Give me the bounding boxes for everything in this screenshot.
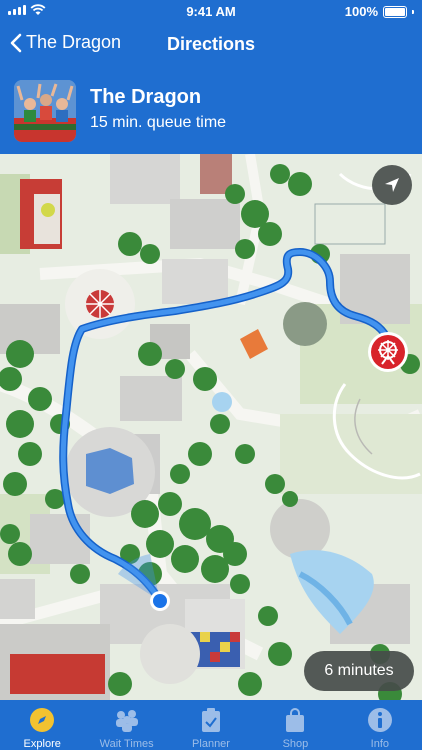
tab-wait-times[interactable]: Wait Times <box>84 700 168 750</box>
ride-header: The Dragon 15 min. queue time <box>0 66 422 154</box>
tab-explore-label: Explore <box>23 738 61 750</box>
back-button[interactable]: The Dragon <box>10 32 121 53</box>
battery-icon <box>383 5 407 18</box>
tab-shop-label: Shop <box>282 738 309 750</box>
tab-info[interactable]: Info <box>338 700 422 750</box>
navigation-bar: The Dragon Directions <box>0 22 422 66</box>
chevron-left-icon <box>10 33 22 52</box>
compass-icon <box>30 708 55 732</box>
tab-bar: Explore Wait Times Planner Shop Info <box>0 700 422 750</box>
locate-me-button[interactable] <box>372 165 412 205</box>
status-bar: 9:41 AM 100% <box>0 0 422 22</box>
people-icon <box>115 710 138 732</box>
queue-time: 15 min. queue time <box>90 114 227 131</box>
tab-explore[interactable]: Explore <box>0 700 84 750</box>
location-arrow-icon <box>385 178 399 192</box>
destination-ride-marker[interactable] <box>368 332 408 372</box>
ride-name: The Dragon <box>90 86 202 108</box>
shopping-bag-icon <box>286 708 305 732</box>
map-canvas[interactable] <box>0 154 422 700</box>
back-button-label: The Dragon <box>26 32 122 52</box>
ride-thumbnail <box>14 80 76 142</box>
tab-wait-times-label: Wait Times <box>99 738 154 750</box>
tab-planner-label: Planner <box>192 738 230 750</box>
tab-info-label: Info <box>370 738 389 750</box>
park-map[interactable]: 6 minutes <box>0 154 422 700</box>
clipboard-check-icon <box>202 708 221 732</box>
tab-planner[interactable]: Planner <box>169 700 253 750</box>
eta-badge: 6 minutes <box>304 651 414 691</box>
info-icon <box>367 708 392 732</box>
battery-percent: 100% <box>344 4 378 19</box>
tab-shop[interactable]: Shop <box>253 700 337 750</box>
